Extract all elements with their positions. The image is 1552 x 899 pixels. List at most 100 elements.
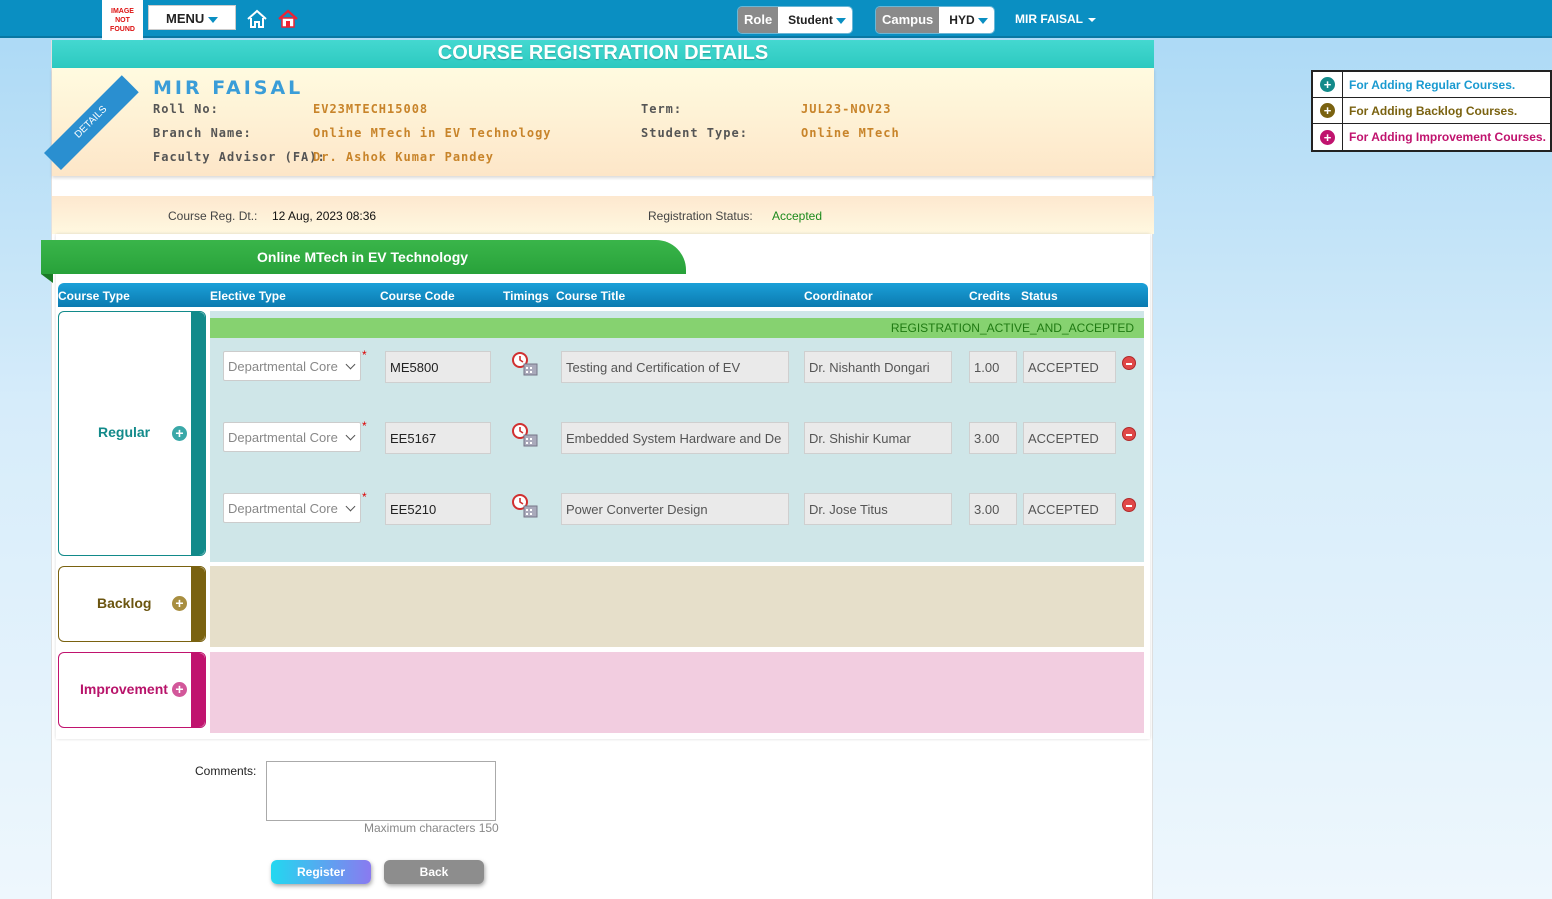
page-title: COURSE REGISTRATION DETAILS: [52, 40, 1154, 68]
roll-label: Roll No:: [153, 102, 219, 116]
chevron-down-icon: [977, 17, 988, 24]
credits-field[interactable]: 3.00: [969, 493, 1017, 525]
legend-improvement: + For Adding Improvement Courses.: [1313, 124, 1550, 150]
elective-type-select[interactable]: Departmental Core: [223, 493, 361, 523]
course-row: Departmental Core * EE5210 Power Convert…: [210, 490, 1144, 527]
backlog-bar: [191, 567, 205, 641]
fa-value: Dr. Ashok Kumar Pandey: [313, 150, 494, 164]
remove-course-icon[interactable]: [1122, 427, 1136, 441]
coordinator-field[interactable]: Dr. Jose Titus: [804, 493, 952, 525]
legend-backlog: + For Adding Backlog Courses.: [1313, 98, 1550, 124]
regular-group-label: Regular +: [58, 311, 206, 556]
legend-backlog-text: For Adding Backlog Courses.: [1349, 103, 1518, 118]
legend-backlog-icon-cell: +: [1313, 98, 1343, 123]
credits-field[interactable]: 3.00: [969, 422, 1017, 454]
campus-value[interactable]: HYD: [939, 7, 994, 33]
campus-selector[interactable]: Campus HYD: [876, 7, 994, 33]
home-icon[interactable]: [246, 8, 268, 30]
user-menu[interactable]: MIR FAISAL: [1015, 12, 1096, 26]
term-value: JUL23-NOV23: [801, 102, 892, 116]
course-registration-table: Online MTech in EV Technology Course Typ…: [41, 234, 1150, 739]
backlog-group-label: Backlog +: [58, 566, 206, 642]
reg-date-label: Course Reg. Dt.:: [168, 209, 258, 223]
timings-clock-icon[interactable]: [511, 493, 539, 521]
legend-improvement-text: For Adding Improvement Courses.: [1349, 130, 1546, 144]
improvement-bar: [191, 653, 205, 727]
main-panel: COURSE REGISTRATION DETAILS DETAILS MIR …: [41, 40, 1154, 899]
chevron-down-icon: [345, 430, 356, 441]
course-code-field[interactable]: ME5800: [385, 351, 491, 383]
remove-course-icon[interactable]: [1122, 498, 1136, 512]
status-field[interactable]: ACCEPTED: [1023, 422, 1116, 454]
plus-icon: +: [1320, 103, 1335, 118]
chevron-down-icon: [345, 501, 356, 512]
backlog-courses: [210, 566, 1144, 647]
course-code-field[interactable]: EE5210: [385, 493, 491, 525]
course-title-field[interactable]: Embedded System Hardware and De: [561, 422, 789, 454]
legend-improvement-icon-cell: +: [1313, 124, 1343, 150]
branch-label: Branch Name:: [153, 126, 252, 140]
student-type-value: Online MTech: [801, 126, 900, 140]
legend-regular-text: For Adding Regular Courses.: [1349, 77, 1516, 92]
fa-label: Faculty Advisor (FA):: [153, 150, 326, 164]
elective-type-value: Departmental Core: [228, 501, 338, 516]
course-title-field[interactable]: Testing and Certification of EV: [561, 351, 789, 383]
dashboard-home-icon[interactable]: [277, 8, 299, 30]
elective-type-select[interactable]: Departmental Core: [223, 351, 361, 381]
chevron-down-icon: [1088, 17, 1096, 22]
add-improvement-plus-icon[interactable]: +: [172, 682, 187, 697]
elective-type-value: Departmental Core: [228, 359, 338, 374]
role-value[interactable]: Student: [778, 7, 852, 33]
registration-status-bar: REGISTRATION_ACTIVE_AND_ACCEPTED: [210, 318, 1144, 338]
plus-icon: +: [1320, 129, 1335, 145]
legend-regular-icon-cell: +: [1313, 72, 1343, 97]
back-button[interactable]: Back: [384, 860, 484, 884]
course-title-field[interactable]: Power Converter Design: [561, 493, 789, 525]
campus-value-text: HYD: [949, 13, 975, 27]
table-header: Course Type Elective Type Course Code Ti…: [58, 283, 1148, 307]
add-backlog-plus-icon[interactable]: +: [172, 596, 187, 611]
timings-clock-icon[interactable]: [511, 422, 539, 450]
improvement-group-label: Improvement +: [58, 652, 206, 728]
roll-value: EV23MTECH15008: [313, 102, 429, 116]
credits-field[interactable]: 1.00: [969, 351, 1017, 383]
campus-label: Campus: [876, 7, 940, 33]
remove-course-icon[interactable]: [1122, 356, 1136, 370]
required-marker: *: [362, 419, 367, 433]
legend-regular: + For Adding Regular Courses.: [1313, 72, 1550, 98]
timings-clock-icon[interactable]: [511, 351, 539, 379]
header-status: Status: [1021, 289, 1058, 303]
course-row: Departmental Core * EE5167 Embedded Syst…: [210, 419, 1144, 456]
header-course-title: Course Title: [556, 289, 626, 303]
role-label: Role: [738, 7, 779, 33]
max-chars-hint: Maximum characters 150: [364, 821, 499, 835]
required-marker: *: [362, 348, 367, 362]
chevron-down-icon: [208, 16, 219, 23]
header-timings: Timings: [503, 289, 549, 303]
improvement-label: Improvement: [80, 681, 168, 697]
header-course-type: Course Type: [58, 289, 130, 303]
role-selector[interactable]: Role Student: [738, 7, 852, 33]
chevron-down-icon: [835, 17, 846, 24]
add-regular-plus-icon[interactable]: +: [172, 426, 187, 441]
status-field[interactable]: ACCEPTED: [1023, 351, 1116, 383]
chevron-down-icon: [345, 359, 356, 370]
coordinator-field[interactable]: Dr. Shishir Kumar: [804, 422, 952, 454]
improvement-courses: [210, 652, 1144, 733]
menu-button[interactable]: MENU: [148, 5, 236, 30]
comments-textarea[interactable]: [266, 761, 496, 821]
header-course-code: Course Code: [380, 289, 455, 303]
user-name: MIR FAISAL: [1015, 12, 1083, 26]
top-navbar: IMAGE NOT FOUND MENU Role Student Campus H…: [0, 0, 1552, 40]
register-button[interactable]: Register: [271, 860, 371, 884]
registration-info: Course Reg. Dt.: 12 Aug, 2023 08:36 Regi…: [52, 196, 1154, 234]
backlog-label: Backlog: [97, 595, 152, 611]
reg-date-value: 12 Aug, 2023 08:36: [272, 209, 377, 223]
elective-type-select[interactable]: Departmental Core: [223, 422, 361, 452]
course-code-field[interactable]: EE5167: [385, 422, 491, 454]
legend: + For Adding Regular Courses. + For Addi…: [1311, 70, 1552, 152]
reg-status-label: Registration Status:: [648, 209, 753, 223]
coordinator-field[interactable]: Dr. Nishanth Dongari: [804, 351, 952, 383]
status-field[interactable]: ACCEPTED: [1023, 493, 1116, 525]
required-marker: *: [362, 490, 367, 504]
